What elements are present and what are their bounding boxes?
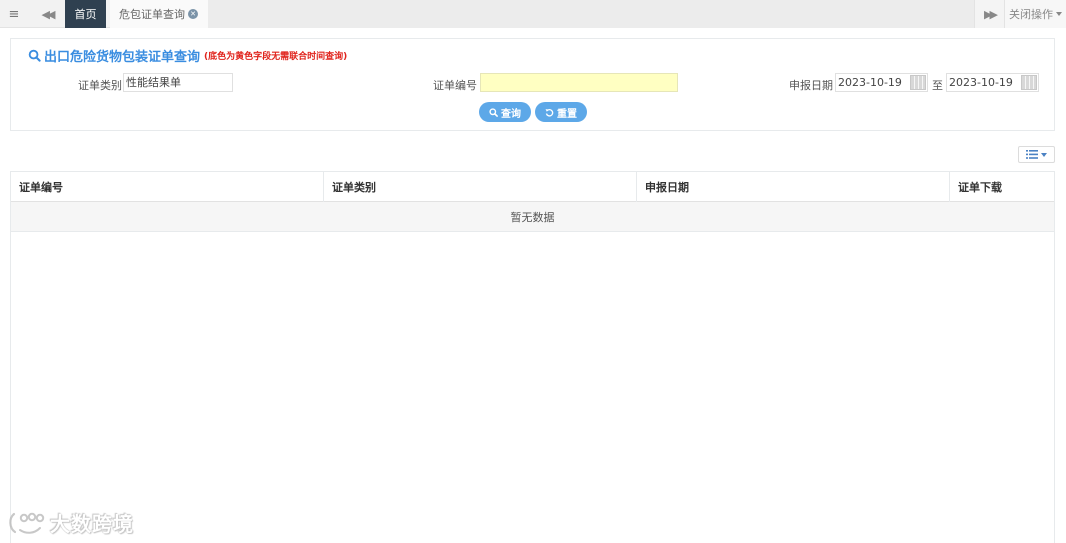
column-header-cert-type[interactable]: 证单类别 [324,172,637,202]
date-to-value: 2023-10-19 [949,76,1013,89]
calendar-icon[interactable] [910,75,926,90]
tab-cert-query[interactable]: 危包证单查询 ✕ [110,0,208,28]
undo-icon [545,108,554,117]
date-from-input[interactable]: 2023-10-19 [835,73,928,92]
chevron-down-icon [1041,152,1047,157]
tab-cert-query-label: 危包证单查询 [119,8,185,21]
empty-table-row: 暂无数据 [11,202,1054,232]
date-from-value: 2023-10-19 [838,76,902,89]
search-icon [28,49,41,62]
chevron-down-icon [1056,12,1062,16]
tab-scroll-right-icon[interactable]: ▶▶ [974,0,1004,28]
close-tab-icon[interactable]: ✕ [188,9,198,19]
reset-button-label: 重置 [557,108,577,120]
search-button[interactable]: 查询 [479,102,531,122]
menu-toggle-icon[interactable]: ≡ [0,0,28,28]
search-button-label: 查询 [501,108,521,120]
search-icon [489,107,498,117]
table-header: 证单编号 证单类别 申报日期 证单下载 [11,172,1054,202]
date-to-input[interactable]: 2023-10-19 [946,73,1039,92]
cert-type-select[interactable]: 性能结果单 [123,73,233,92]
watermark-text: 大数跨境 [50,512,134,536]
cert-type-label: 证单类别 [78,79,122,92]
watermark-logo-icon [9,512,45,534]
tab-scroll-left-icon[interactable]: ◀◀ [30,0,64,28]
panel-title: 出口危险货物包装证单查询 (底色为黄色字段无需联合时间查询) [28,46,347,65]
date-label: 申报日期 [789,79,833,92]
column-header-cert-download[interactable]: 证单下载 [950,172,1054,202]
cert-no-label: 证单编号 [433,79,477,92]
panel-note: (底色为黄色字段无需联合时间查询) [204,52,348,62]
results-table: 证单编号 证单类别 申报日期 证单下载 暂无数据 [10,171,1055,543]
watermark: 大数跨境 [8,508,134,537]
search-panel: 出口危险货物包装证单查询 (底色为黄色字段无需联合时间查询) 证单类别 性能结果… [10,38,1055,131]
cert-no-input[interactable] [480,73,678,92]
calendar-icon[interactable] [1021,75,1037,90]
close-operations-dropdown[interactable]: 关闭操作 [1004,0,1066,28]
tab-bar: ≡ ◀◀ 首页 危包证单查询 ✕ ▶▶ 关闭操作 [0,0,1066,28]
page-title: 出口危险货物包装证单查询 [44,50,201,65]
column-header-declare-date[interactable]: 申报日期 [637,172,950,202]
date-separator: 至 [932,79,943,92]
list-icon [1026,150,1038,159]
tab-bar-spacer [208,0,974,28]
reset-button[interactable]: 重置 [535,102,587,122]
column-toggle-button[interactable] [1018,146,1055,163]
tab-home[interactable]: 首页 [65,0,106,28]
column-header-cert-no[interactable]: 证单编号 [11,172,324,202]
close-operations-label: 关闭操作 [1009,8,1053,21]
